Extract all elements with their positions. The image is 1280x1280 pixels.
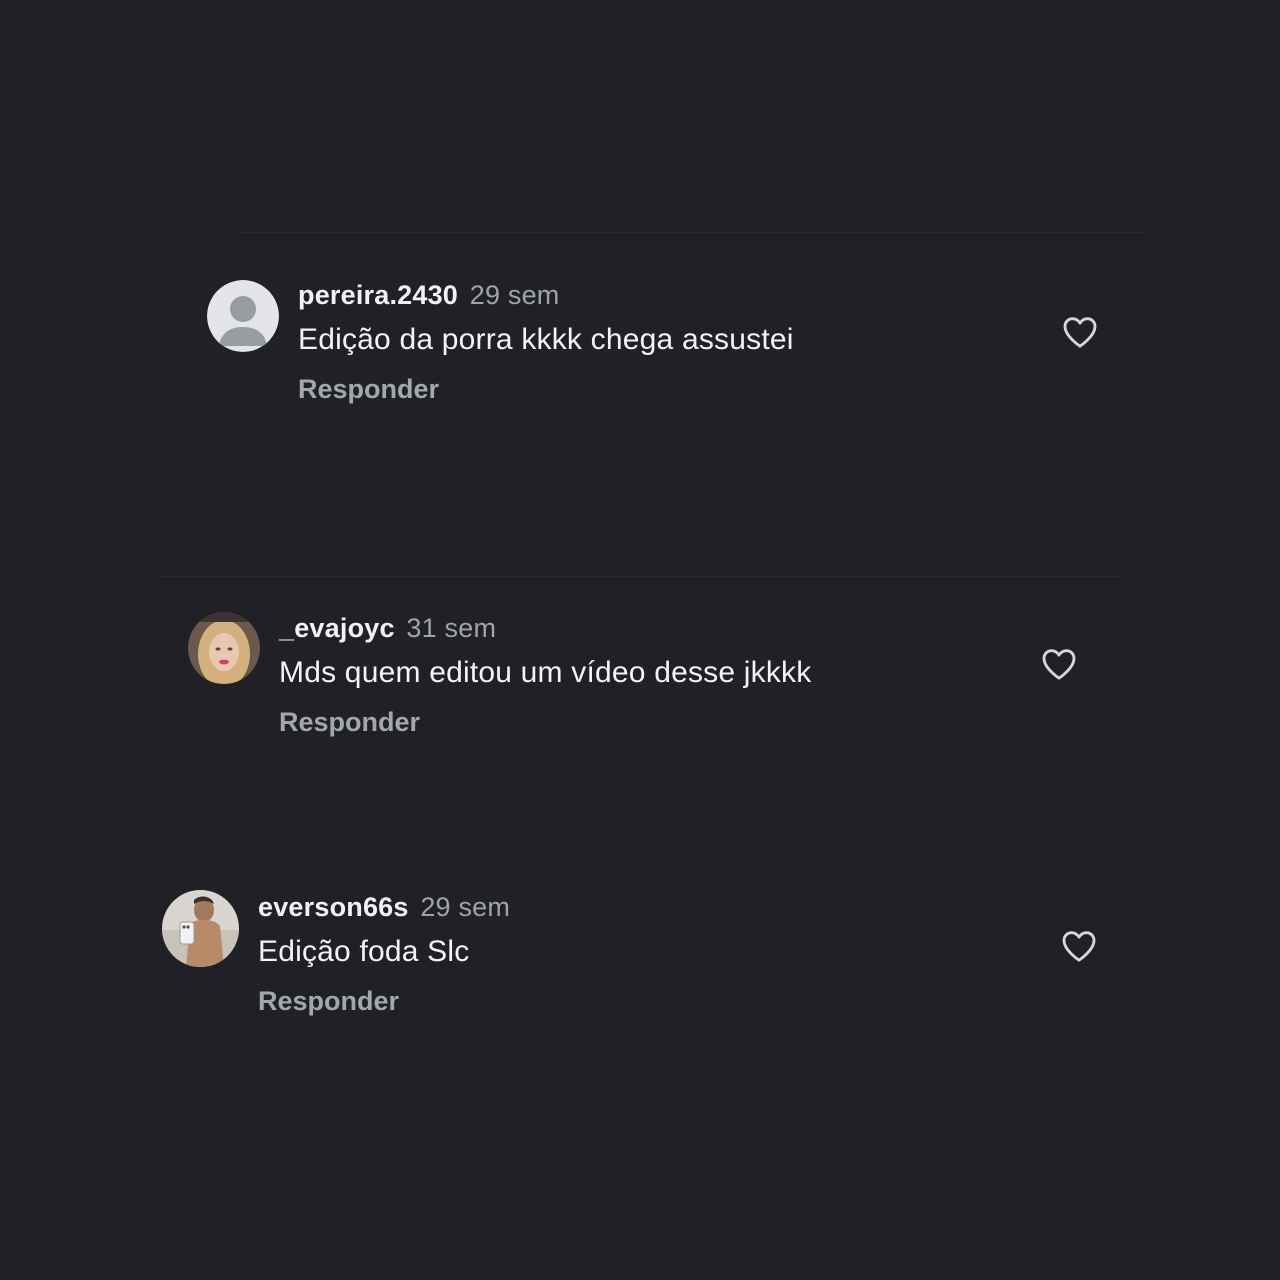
comment-text: Edição foda Slc bbox=[258, 935, 470, 968]
like-button[interactable] bbox=[1060, 312, 1100, 352]
reply-button[interactable]: Responder bbox=[298, 372, 439, 406]
heart-outline-icon bbox=[1062, 931, 1096, 962]
profile-photo-icon bbox=[162, 890, 239, 967]
avatar[interactable] bbox=[162, 890, 239, 967]
heart-outline-icon bbox=[1042, 649, 1076, 680]
comment-header: _evajoyc 31 sem bbox=[279, 611, 811, 645]
profile-photo-icon bbox=[188, 612, 260, 684]
username[interactable]: pereira.2430 bbox=[298, 280, 458, 310]
divider bbox=[240, 232, 1144, 233]
divider bbox=[160, 576, 1120, 577]
like-button[interactable] bbox=[1059, 926, 1099, 966]
heart-outline-icon bbox=[1063, 317, 1097, 348]
comment-text: Edição da porra kkkk chega assustei bbox=[298, 323, 794, 356]
timestamp: 29 sem bbox=[420, 892, 511, 922]
username[interactable]: everson66s bbox=[258, 892, 409, 922]
timestamp: 31 sem bbox=[406, 613, 497, 643]
comment-header: pereira.2430 29 sem bbox=[298, 278, 794, 312]
username[interactable]: _evajoyc bbox=[279, 613, 395, 643]
avatar[interactable] bbox=[207, 280, 279, 352]
reply-button[interactable]: Responder bbox=[279, 705, 420, 739]
like-button[interactable] bbox=[1039, 644, 1079, 684]
comments-screen: pereira.2430 29 sem Edição da porra kkkk… bbox=[0, 0, 1280, 1280]
default-person-icon bbox=[207, 280, 279, 352]
timestamp: 29 sem bbox=[469, 280, 560, 310]
comment-header: everson66s 29 sem bbox=[258, 890, 510, 924]
avatar[interactable] bbox=[188, 612, 260, 684]
reply-button[interactable]: Responder bbox=[258, 984, 399, 1018]
comment-text: Mds quem editou um vídeo desse jkkkk bbox=[279, 656, 812, 689]
